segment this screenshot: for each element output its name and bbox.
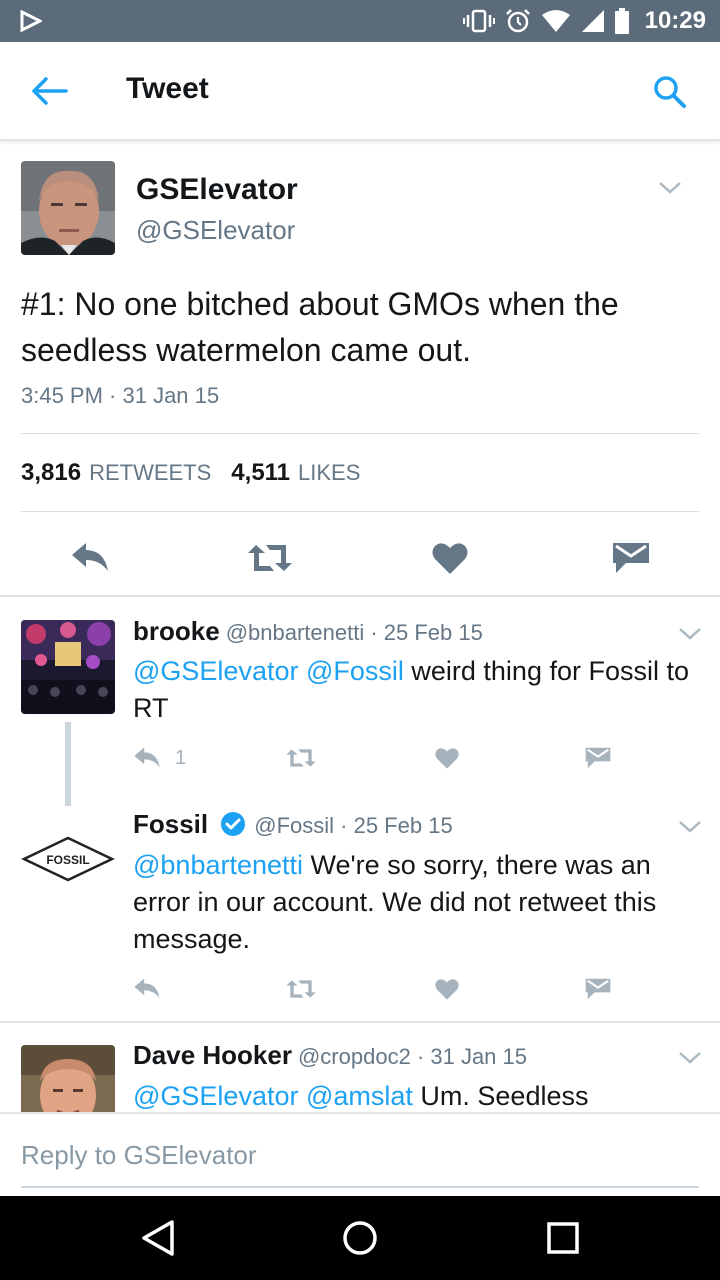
direct-message-icon[interactable]	[612, 541, 650, 575]
fossil-logo-text: FOSSIL	[46, 853, 89, 867]
battery-icon	[614, 8, 629, 34]
avatar[interactable]	[21, 161, 115, 255]
reply-header: brooke @bnbartenetti · 25 Feb 15	[133, 616, 483, 647]
reply-meta: @Fossil · 25 Feb 15	[254, 813, 453, 838]
retweet-icon[interactable]	[285, 746, 317, 770]
reply-count: 1	[175, 747, 187, 769]
reply-author-name[interactable]: Dave Hooker	[133, 1040, 292, 1070]
divider	[0, 595, 720, 597]
wifi-icon	[541, 10, 570, 32]
tweet-stats: 3,816 RETWEETS 4,511 LIKES	[21, 459, 360, 487]
tweet-timestamp: 3:45 PM · 31 Jan 15	[21, 383, 220, 408]
signal-icon	[581, 10, 604, 32]
like-icon[interactable]	[435, 977, 459, 1001]
likes-label: LIKES	[298, 460, 361, 485]
reply-input-underline	[21, 1186, 699, 1188]
reply-author-name[interactable]: Fossil	[133, 809, 208, 839]
alarm-icon	[505, 9, 530, 33]
reply-actions	[133, 977, 633, 1007]
app-bar: Tweet	[0, 42, 720, 141]
avatar[interactable]: FOSSIL	[21, 812, 115, 906]
reply-icon[interactable]	[133, 746, 161, 770]
vibrate-icon	[462, 9, 495, 33]
author-name[interactable]: GSElevator	[136, 173, 298, 207]
retweet-icon[interactable]	[285, 977, 317, 1001]
search-icon[interactable]	[652, 74, 688, 110]
reply-icon[interactable]	[133, 977, 161, 1001]
reply-mentions[interactable]: @bnbartenetti	[133, 850, 303, 880]
reply-text: @GSElevator @Fossil weird thing for Foss…	[133, 653, 703, 727]
avatar[interactable]	[21, 1045, 115, 1112]
divider	[21, 511, 699, 512]
chevron-down-icon[interactable]	[678, 627, 702, 641]
tweet-actions	[0, 523, 720, 593]
chevron-down-icon[interactable]	[678, 820, 702, 834]
reply-text: @GSElevator @amslat Um. Seedless	[133, 1078, 703, 1112]
reply-meta: @bnbartenetti · 25 Feb 15	[225, 620, 483, 645]
reply-mentions[interactable]: @GSElevator @Fossil	[133, 656, 404, 686]
like-icon[interactable]	[432, 541, 468, 575]
likes-stat[interactable]: 4,511 LIKES	[231, 459, 360, 487]
reply-body: Um. Seedless	[412, 1081, 589, 1111]
likes-count: 4,511	[231, 459, 291, 486]
direct-message-icon[interactable]	[585, 977, 611, 1001]
reply-icon[interactable]	[70, 541, 110, 575]
status-bar: 10:29	[0, 0, 720, 42]
nav-back-icon[interactable]	[140, 1218, 176, 1258]
divider	[0, 1021, 720, 1023]
nav-recents-icon[interactable]	[546, 1218, 580, 1258]
author-handle[interactable]: @GSElevator	[136, 215, 295, 246]
reply-author-name[interactable]: brooke	[133, 616, 220, 646]
navigation-bar	[0, 1196, 720, 1280]
play-icon	[20, 10, 42, 32]
chevron-down-icon[interactable]	[678, 1051, 702, 1065]
retweets-label: RETWEETS	[89, 460, 212, 485]
verified-badge-icon	[221, 812, 246, 836]
chevron-down-icon[interactable]	[658, 181, 682, 195]
reply-text: @bnbartenetti We're so sorry, there was …	[133, 847, 703, 958]
status-time: 10:29	[644, 7, 706, 34]
reply-mentions[interactable]: @GSElevator @amslat	[133, 1081, 413, 1111]
direct-message-icon[interactable]	[585, 746, 611, 770]
reply-bar: Reply to GSElevator	[0, 1112, 720, 1196]
reply-meta: @cropdoc2 · 31 Jan 15	[297, 1044, 527, 1069]
reply-header: Fossil @Fossil · 25 Feb 15	[133, 809, 453, 840]
reply-actions: 1	[133, 746, 633, 776]
retweet-icon[interactable]	[246, 541, 294, 575]
avatar[interactable]	[21, 620, 115, 714]
like-icon[interactable]	[435, 746, 459, 770]
divider	[21, 433, 699, 434]
retweets-count: 3,816	[21, 459, 82, 486]
retweets-stat[interactable]: 3,816 RETWEETS	[21, 459, 211, 487]
thread-line	[65, 722, 71, 806]
back-arrow-icon[interactable]	[30, 74, 70, 108]
nav-home-icon[interactable]	[342, 1218, 378, 1258]
tweet-text: #1: No one bitched about GMOs when the s…	[21, 286, 619, 368]
reply-input[interactable]: Reply to GSElevator	[21, 1140, 257, 1171]
page-title: Tweet	[126, 72, 209, 105]
reply-header: Dave Hooker @cropdoc2 · 31 Jan 15	[133, 1040, 527, 1071]
